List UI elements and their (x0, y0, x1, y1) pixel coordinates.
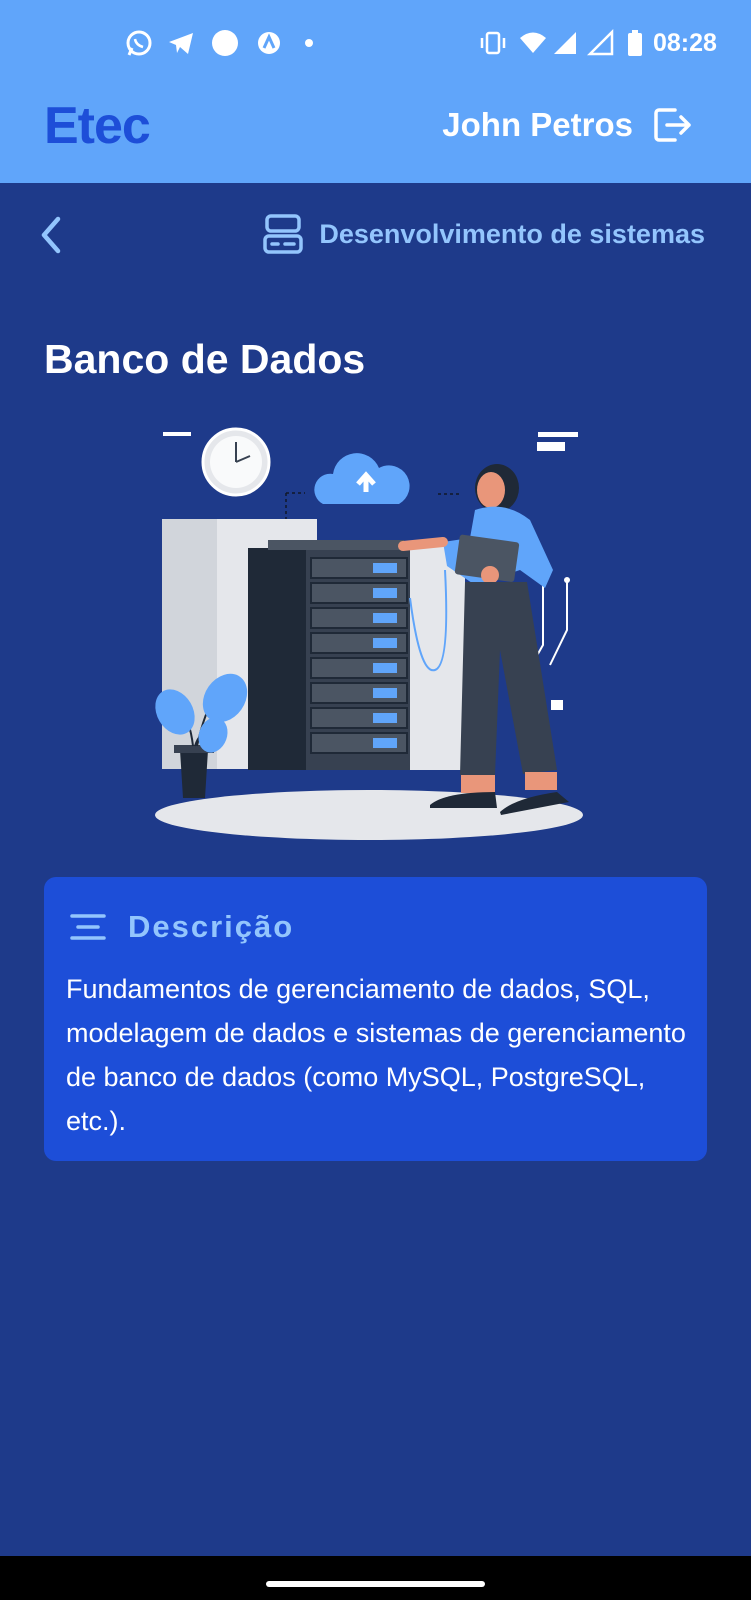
course-name: Desenvolvimento de sistemas (319, 218, 705, 249)
signal-empty-icon (586, 28, 614, 56)
course-link[interactable]: Desenvolvimento de sistemas (261, 212, 705, 256)
logout-icon[interactable] (651, 104, 693, 146)
align-center-icon (70, 914, 106, 940)
description-title: Descrição (128, 909, 295, 944)
whatsapp-icon (126, 30, 152, 56)
database-server-illustration (155, 427, 583, 840)
app-logo: Etec (44, 97, 151, 155)
vibrate-icon (480, 31, 506, 55)
battery-icon (628, 30, 642, 56)
description-card: Descrição Fundamentos de gerenciamento d… (44, 877, 707, 1161)
app-header: Etec John Petros (0, 86, 751, 183)
telegram-icon (169, 33, 193, 54)
dot-icon (305, 39, 313, 47)
chevron-left-icon[interactable] (34, 213, 68, 257)
system-nav-bar (0, 1556, 751, 1600)
user-menu: John Petros (442, 104, 693, 146)
home-gesture-pill[interactable] (266, 1581, 485, 1587)
circle-icon (212, 30, 238, 56)
app-icon (258, 32, 280, 54)
page-title: Banco de Dados (44, 336, 366, 382)
signal-icon (554, 32, 576, 54)
wifi-icon (520, 32, 546, 53)
nav-row: Desenvolvimento de sistemas (0, 183, 751, 293)
description-header: Descrição (68, 909, 294, 945)
user-name: John Petros (442, 106, 633, 143)
status-time: 08:28 (653, 29, 717, 57)
status-bar: 08:28 (0, 0, 751, 86)
description-text: Fundamentos de gerenciamento de dados, S… (66, 974, 686, 1136)
server-icon (263, 214, 304, 254)
